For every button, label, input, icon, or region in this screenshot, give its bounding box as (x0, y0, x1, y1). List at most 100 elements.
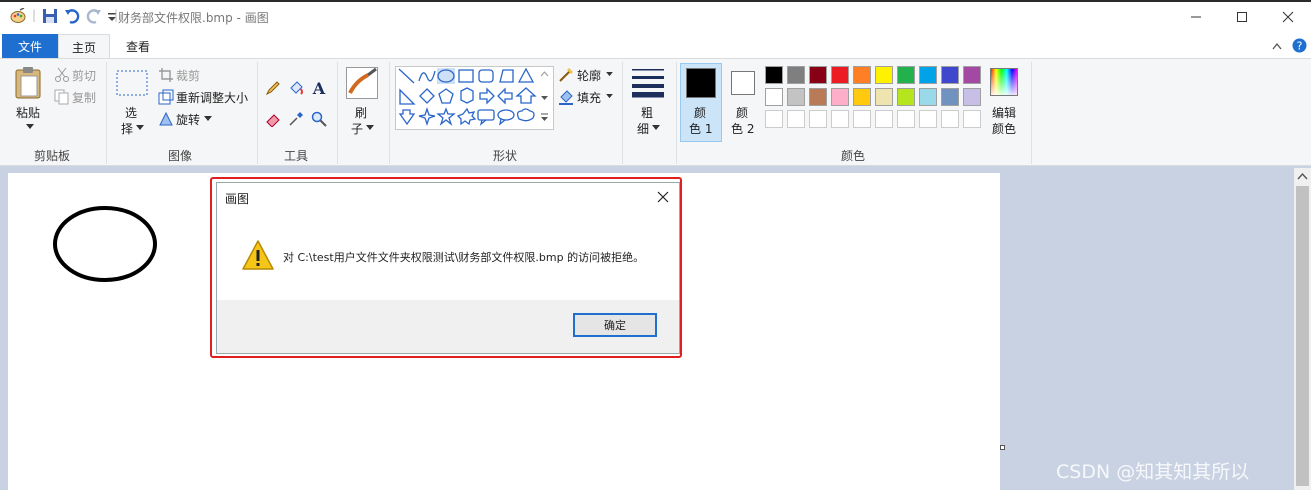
dialog-footer: 确定 (217, 300, 679, 353)
rotate-icon[interactable] (158, 111, 174, 127)
outline-label[interactable]: 轮廓 (577, 67, 601, 84)
palette-swatch[interactable] (919, 66, 937, 84)
line-size-icon[interactable] (632, 68, 664, 98)
palette-swatch[interactable] (875, 66, 893, 84)
chevron-down-icon[interactable] (136, 125, 144, 131)
palette-swatch[interactable] (809, 66, 827, 84)
magnifier-icon[interactable] (311, 111, 327, 127)
close-button[interactable] (1265, 4, 1311, 30)
custom-color-slot[interactable] (963, 110, 981, 128)
copy-label[interactable]: 复制 (72, 89, 96, 106)
custom-color-slot[interactable] (809, 110, 827, 128)
palette-swatch[interactable] (831, 88, 849, 106)
color1-swatch[interactable] (686, 68, 716, 98)
help-icon[interactable]: ? (1292, 38, 1307, 53)
custom-color-slot[interactable] (853, 110, 871, 128)
size-label-1[interactable]: 粗 (641, 104, 653, 121)
save-icon[interactable] (42, 8, 58, 24)
palette-swatch[interactable] (963, 66, 981, 84)
chevron-down-icon[interactable] (652, 125, 660, 131)
watermark: CSDN @知其知其所以 (1056, 461, 1250, 483)
pencil-icon[interactable] (265, 80, 281, 96)
rotate-label[interactable]: 旋转 (176, 111, 200, 128)
palette-swatch[interactable] (941, 66, 959, 84)
minimize-button[interactable] (1173, 4, 1219, 30)
custom-color-slot[interactable] (787, 110, 805, 128)
paste-icon[interactable] (14, 66, 44, 100)
crop-icon[interactable] (158, 67, 174, 83)
fill-bucket-icon[interactable] (288, 80, 304, 96)
palette-swatch[interactable] (787, 66, 805, 84)
canvas-resize-handle[interactable] (1000, 445, 1005, 450)
brush-icon[interactable] (346, 67, 378, 99)
edit-colors-label-1[interactable]: 编辑 (992, 104, 1016, 121)
palette-swatch[interactable] (853, 66, 871, 84)
select-label-1[interactable]: 选 (125, 104, 137, 121)
color-picker-icon[interactable] (288, 111, 304, 127)
palette-swatch[interactable] (809, 88, 827, 106)
brushes-label-1[interactable]: 刷 (355, 104, 367, 121)
fill-label[interactable]: 填充 (577, 89, 601, 106)
palette-swatch[interactable] (919, 88, 937, 106)
cut-icon[interactable] (54, 67, 70, 83)
minimize-icon (1191, 16, 1201, 18)
maximize-button[interactable] (1219, 4, 1265, 30)
custom-color-slot[interactable] (897, 110, 915, 128)
palette-swatch[interactable] (963, 88, 981, 106)
resize-icon[interactable] (158, 89, 174, 105)
tab-home[interactable]: 主页 (58, 34, 110, 59)
palette-swatch[interactable] (853, 88, 871, 106)
cut-label[interactable]: 剪切 (72, 67, 96, 84)
tab-view[interactable]: 查看 (112, 34, 164, 58)
copy-icon[interactable] (54, 89, 70, 105)
brushes-label-2[interactable]: 子 (351, 120, 363, 137)
eraser-icon[interactable] (265, 111, 281, 127)
paint-palette-icon[interactable] (10, 8, 26, 24)
dialog-title: 画图 (225, 192, 250, 206)
palette-swatch[interactable] (765, 66, 783, 84)
chevron-down-icon[interactable] (204, 116, 212, 122)
chevron-down-icon[interactable] (366, 125, 374, 131)
palette-swatch[interactable] (897, 88, 915, 106)
group-divider (1031, 62, 1032, 164)
crop-label[interactable]: 裁剪 (176, 67, 200, 84)
select-rectangle-icon[interactable] (116, 70, 148, 96)
custom-color-slot[interactable] (941, 110, 959, 128)
group-divider (257, 62, 258, 164)
shapes-gallery-icons[interactable] (397, 67, 537, 127)
custom-color-slot[interactable] (765, 110, 783, 128)
chevron-down-icon[interactable] (26, 124, 34, 130)
palette-swatch[interactable] (875, 88, 893, 106)
ok-button[interactable]: 确定 (573, 313, 657, 337)
fill-icon[interactable] (558, 89, 574, 105)
custom-color-slot[interactable] (919, 110, 937, 128)
color2-swatch[interactable] (731, 71, 755, 95)
redo-icon[interactable] (86, 8, 102, 24)
svg-text:?: ? (1297, 40, 1303, 53)
collapse-ribbon-icon[interactable] (1272, 42, 1282, 50)
tab-file[interactable]: 文件 (2, 34, 58, 58)
size-label-2[interactable]: 细 (637, 120, 649, 137)
palette-swatch[interactable] (941, 88, 959, 106)
undo-icon[interactable] (64, 8, 80, 24)
chevron-down-icon[interactable] (606, 72, 613, 77)
edit-colors-label-2[interactable]: 颜色 (992, 120, 1016, 137)
palette-swatch[interactable] (897, 66, 915, 84)
palette-swatch[interactable] (787, 88, 805, 106)
paste-label[interactable]: 粘贴 (16, 104, 40, 121)
dialog-close-button[interactable] (653, 187, 673, 207)
gallery-scroll-icon[interactable] (540, 70, 549, 126)
select-label-2[interactable]: 择 (121, 120, 133, 137)
palette-swatch[interactable] (831, 66, 849, 84)
scrollbar-thumb[interactable] (1296, 186, 1309, 486)
close-icon (657, 191, 669, 203)
chevron-down-icon[interactable] (606, 94, 613, 99)
edit-colors-icon[interactable] (990, 68, 1018, 96)
resize-label[interactable]: 重新调整大小 (176, 89, 248, 106)
custom-color-slot[interactable] (875, 110, 893, 128)
palette-swatch[interactable] (765, 88, 783, 106)
text-icon[interactable]: A (311, 80, 327, 96)
custom-color-slot[interactable] (831, 110, 849, 128)
scroll-up-icon[interactable] (1297, 172, 1308, 180)
outline-icon[interactable] (558, 67, 574, 83)
